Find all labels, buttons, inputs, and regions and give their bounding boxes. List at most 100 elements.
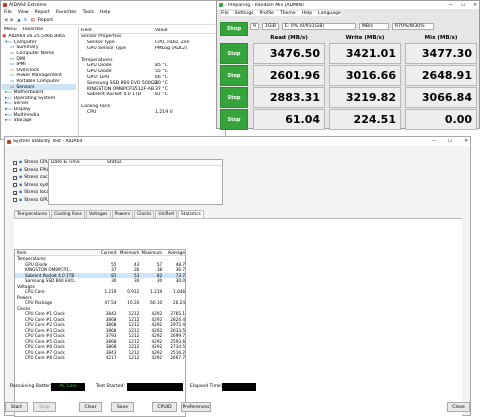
grid-row[interactable]: CPU Core #5 Clock 3868 1212 4292 2593.6 <box>15 339 185 345</box>
grid-value: 53 <box>133 272 140 278</box>
stop-button[interactable]: Stop <box>33 402 56 412</box>
tab-unified[interactable]: Unified <box>155 210 177 218</box>
forward-arrow-icon[interactable]: ▶ <box>11 18 15 23</box>
tab-statistics[interactable]: Statistics <box>177 210 204 218</box>
size-select[interactable]: 1GiB <box>261 23 279 30</box>
column-field[interactable]: Field <box>81 28 155 33</box>
back-arrow-icon[interactable]: ◀ <box>4 18 8 23</box>
tab-temperatures[interactable]: Temperatures <box>14 210 51 218</box>
unit-select[interactable]: MB/s <box>358 23 389 30</box>
tab-menu[interactable]: Menu <box>4 27 17 32</box>
all-stop-button[interactable]: Stop <box>220 22 248 36</box>
menu-file[interactable]: File <box>4 10 12 15</box>
column-current[interactable]: Current <box>94 250 117 255</box>
grid-value: 4292 <box>151 355 163 361</box>
start-button[interactable]: Start <box>5 402 28 412</box>
clear-button[interactable]: Clear <box>79 402 102 412</box>
report-button[interactable]: Report <box>38 18 53 23</box>
grid-row[interactable]: CPU Core #2 Clock 3868 1212 4292 2972.4 <box>15 322 185 328</box>
grid-item: CPU Core #4 Clock <box>25 333 65 339</box>
cdm-menu-theme[interactable]: Theme <box>280 11 296 16</box>
row-stop-button[interactable]: Stop <box>220 87 248 108</box>
grid-row[interactable]: CPU Core #6 Clock 3868 1212 4292 2734.5 <box>15 344 185 350</box>
cdm-menu-profile[interactable]: Profile <box>260 11 274 16</box>
grid-row[interactable]: CPU Core #4 Clock 3793 1212 4292 2699.7 <box>15 333 185 339</box>
grid-row[interactable]: Samsung SSD 860 EVO... 30 30 30 30.0 <box>15 278 185 284</box>
grid-row[interactable]: CPU Core #1 Clock 3868 1212 4292 2824.4 <box>15 317 185 323</box>
tab-powers[interactable]: Powers <box>111 210 134 218</box>
grid-row[interactable]: CPU Core #3 Clock 3868 1212 4292 2633.5 <box>15 328 185 334</box>
stress-option[interactable]: ▪ Stress CPU <box>13 159 49 167</box>
column-value[interactable]: Value <box>155 28 168 33</box>
grid-row[interactable]: CPU Core #8 Clock 4217 1212 4292 2667.7 <box>15 355 185 361</box>
stress-option[interactable]: ▪Stress cache <box>13 174 49 182</box>
menu-tools[interactable]: Tools <box>83 10 94 15</box>
sensor-field: CPU <box>87 109 97 115</box>
row-stop-button[interactable]: Stop <box>220 43 248 64</box>
up-arrow-icon[interactable]: ▲ <box>17 18 21 23</box>
close-button[interactable]: Close <box>447 402 470 412</box>
sst-minimize-icon[interactable]: — <box>431 139 436 144</box>
close-icon[interactable]: ✕ <box>473 3 477 8</box>
grid-value: 1.219 <box>150 289 163 295</box>
read-value: 61.04 <box>253 109 325 130</box>
sst-maximize-icon[interactable]: ☐ <box>448 139 452 144</box>
sensor-row[interactable]: CPU 1,219 V <box>81 109 226 115</box>
grid-row[interactable]: CPU Core #1 Clock 3843 1212 4292 2765.1 <box>15 311 185 317</box>
menu-favorites[interactable]: Favorites <box>56 10 77 15</box>
report-icon[interactable]: ▤ <box>31 18 35 23</box>
stress-label: Stress system memory <box>24 182 49 188</box>
tab-voltages[interactable]: Voltages <box>85 210 111 218</box>
grid-value: 60.10 <box>150 300 163 306</box>
grid-row[interactable]: KINGSTON OM8PCP3... 37 36 38 36.7 <box>15 267 185 273</box>
grid-item: Powers <box>17 294 32 300</box>
menu-view[interactable]: View <box>18 10 29 15</box>
cdm-menu-language[interactable]: Language <box>318 11 341 16</box>
save-button[interactable]: Save <box>111 402 134 412</box>
stress-option[interactable]: ▪Stress GPU(s) <box>13 197 49 205</box>
stress-option[interactable]: ▪Stress system memory <box>13 182 49 190</box>
stress-checkbox[interactable]: ✓ <box>13 190 17 195</box>
cdm-menu-file[interactable]: File <box>221 11 229 16</box>
grid-row[interactable]: CPU Package 47.54 10.20 60.10 26.24 <box>15 300 185 306</box>
stress-option[interactable]: ✓▪Stress local disks <box>13 189 49 197</box>
sst-close-icon[interactable]: ✕ <box>464 139 468 144</box>
row-stop-button[interactable]: Stop <box>220 65 248 86</box>
preferences-button[interactable]: Preferences <box>181 402 211 412</box>
cdm-menu-settings[interactable]: Settings <box>235 11 254 16</box>
column-minimum[interactable]: Minimum <box>116 250 139 255</box>
stress-checkbox[interactable] <box>13 175 17 180</box>
drive-select[interactable]: E: 0% (0/931GiB) <box>281 23 356 30</box>
menu-report[interactable]: Report <box>35 10 50 15</box>
tree-item[interactable]: ▣ AIDA64 v6.25.5466 Beta <box>2 34 76 40</box>
tab-cooling-fans[interactable]: Cooling Fans <box>51 210 85 218</box>
tab-favorites[interactable]: Favorites <box>23 27 44 32</box>
menu-help[interactable]: Help <box>100 10 110 15</box>
count-select[interactable]: 9 <box>250 23 259 30</box>
grid-row[interactable]: GPU Diode 55 43 57 48.7 <box>15 262 185 268</box>
column-item[interactable]: Item <box>15 250 94 255</box>
splitter[interactable] <box>78 27 79 139</box>
tree-item[interactable]: ▸▭ Storage <box>2 118 76 124</box>
tab-clocks[interactable]: Clocks <box>134 210 155 218</box>
grid-row[interactable]: CPU Core #7 Clock 3843 1212 4292 2516.2 <box>15 350 185 356</box>
column-date-time[interactable]: Date & Time <box>49 160 107 165</box>
stress-checkbox[interactable] <box>13 198 17 203</box>
mix-select[interactable]: R70%/W30% <box>391 23 434 30</box>
cpuid-button[interactable]: CPUID <box>152 402 177 412</box>
grid-row[interactable]: CPU Core 1.219 0.912 1.219 1.046 <box>15 289 185 295</box>
stress-checkbox[interactable] <box>13 160 17 165</box>
grid-value: 1.046 <box>173 289 185 295</box>
column-maximum[interactable]: Maximum <box>139 250 162 255</box>
stress-checkbox[interactable] <box>13 168 17 173</box>
cdm-menu-help[interactable]: Help <box>302 11 312 16</box>
refresh-icon[interactable]: ↻ <box>24 18 28 23</box>
maximize-icon[interactable]: ☐ <box>461 3 465 8</box>
stress-checkbox[interactable] <box>13 183 17 188</box>
minimize-icon[interactable]: — <box>448 3 453 8</box>
row-stop-button[interactable]: Stop <box>220 109 248 130</box>
column-status[interactable]: Status <box>107 160 122 165</box>
stress-option[interactable]: ▪ Stress FPU <box>13 167 49 175</box>
grid-row[interactable]: Sabrent Rocket 4.0 1TB 81 53 82 73.7 <box>15 272 185 278</box>
column-average[interactable]: Average <box>162 250 185 255</box>
